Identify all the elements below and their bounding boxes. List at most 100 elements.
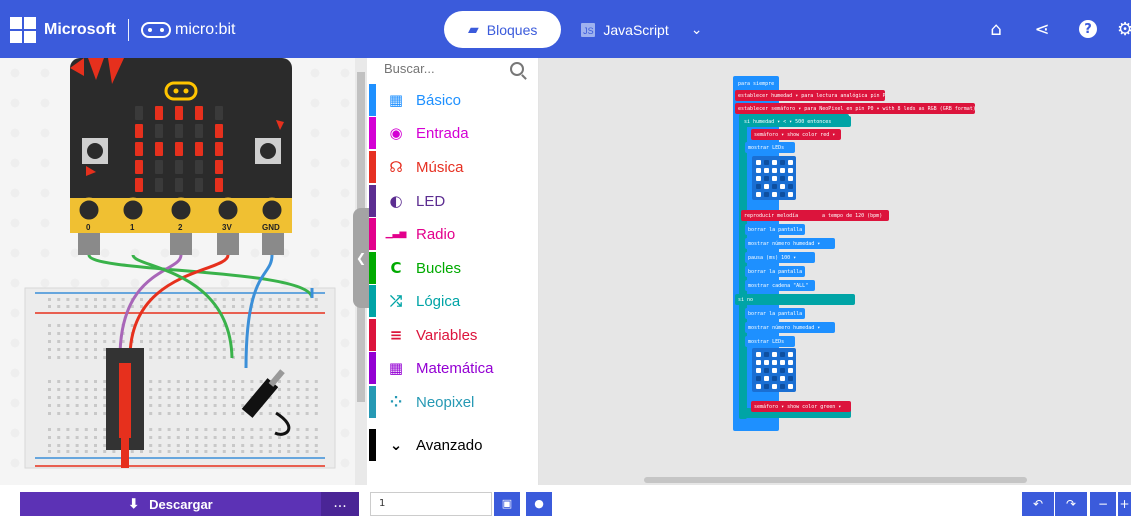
led-cell[interactable] xyxy=(772,168,777,173)
code-block[interactable]: mostrar número humedad ▾ xyxy=(745,238,835,249)
code-block[interactable]: mostrar LEDs xyxy=(745,142,795,153)
help-icon[interactable]: ? xyxy=(1077,18,1099,40)
toolbox-category-8[interactable]: ▦ Matemática xyxy=(369,352,538,384)
code-block[interactable]: borrar la pantalla xyxy=(745,308,805,319)
toolbox-category-4[interactable]: ▁▃▅ Radio xyxy=(369,218,538,250)
toolbox-category-1[interactable]: ◉ Entrada xyxy=(369,117,538,149)
led-cell[interactable] xyxy=(772,384,777,389)
code-block[interactable]: si no xyxy=(735,294,855,305)
led-cell[interactable] xyxy=(756,352,761,357)
led-cell[interactable] xyxy=(756,368,761,373)
led-cell[interactable] xyxy=(764,184,769,189)
code-block[interactable]: mostrar número humedad ▾ xyxy=(745,322,835,333)
project-name-input[interactable]: 1 xyxy=(370,492,492,516)
led-cell[interactable] xyxy=(788,368,793,373)
chevron-down-icon[interactable]: ⌄ xyxy=(691,22,703,38)
toolbox-category-10[interactable]: ⌄ Avanzado xyxy=(369,429,538,461)
led-cell[interactable] xyxy=(788,184,793,189)
led-cell[interactable] xyxy=(788,360,793,365)
brand[interactable]: Microsoft micro:bit xyxy=(10,17,235,43)
led-cell[interactable] xyxy=(756,376,761,381)
led-cell[interactable] xyxy=(772,184,777,189)
led-cell[interactable] xyxy=(772,160,777,165)
code-block[interactable]: borrar la pantalla xyxy=(745,224,805,235)
code-block[interactable]: pausa (ms) 100 ▾ xyxy=(745,252,815,263)
led-cell[interactable] xyxy=(772,352,777,357)
led-cell[interactable] xyxy=(772,376,777,381)
led-cell[interactable] xyxy=(764,360,769,365)
led-cell[interactable] xyxy=(764,376,769,381)
tab-javascript[interactable]: JS JavaScript xyxy=(561,11,688,48)
led-cell[interactable] xyxy=(780,184,785,189)
code-block[interactable]: establecer humedad ▾ para lectura analóg… xyxy=(735,90,885,101)
code-block[interactable]: establecer semáforo ▾ para NeoPixel en p… xyxy=(735,103,975,114)
search-input[interactable] xyxy=(382,60,506,77)
led-cell[interactable] xyxy=(780,176,785,181)
code-block[interactable]: para siempre xyxy=(735,78,775,89)
led-cell[interactable] xyxy=(764,368,769,373)
led-cell[interactable] xyxy=(764,160,769,165)
led-cell[interactable] xyxy=(788,376,793,381)
toolbox-category-0[interactable]: ▦ Básico xyxy=(369,84,538,116)
led-cell[interactable] xyxy=(788,192,793,197)
workspace-scrollbar[interactable] xyxy=(644,477,1027,483)
led-cell[interactable] xyxy=(780,352,785,357)
led-cell[interactable] xyxy=(780,360,785,365)
led-cell[interactable] xyxy=(788,168,793,173)
led-grid[interactable] xyxy=(752,156,796,200)
led-cell[interactable] xyxy=(788,176,793,181)
collapse-simulator-button[interactable]: ❮ xyxy=(353,208,369,308)
code-block[interactable]: a tempo de 120 (bpm) xyxy=(819,210,889,221)
led-grid[interactable] xyxy=(752,348,796,392)
led-cell[interactable] xyxy=(780,160,785,165)
led-cell[interactable] xyxy=(772,176,777,181)
code-block[interactable]: mostrar cadena "ALL" xyxy=(745,280,815,291)
microbit-simulator[interactable]: 0 1 2 3V GND xyxy=(0,58,355,485)
led-cell[interactable] xyxy=(788,160,793,165)
code-block[interactable]: semáforo ▾ show color red ▾ xyxy=(751,129,841,140)
undo-button[interactable]: ↶ xyxy=(1022,492,1054,516)
settings-icon[interactable]: ⚙ xyxy=(1117,18,1131,40)
redo-button[interactable]: ↷ xyxy=(1055,492,1087,516)
led-cell[interactable] xyxy=(756,168,761,173)
save-button[interactable]: ▣ xyxy=(494,492,520,516)
zoom-out-button[interactable]: − xyxy=(1090,492,1116,516)
led-cell[interactable] xyxy=(764,168,769,173)
led-cell[interactable] xyxy=(756,184,761,189)
led-cell[interactable] xyxy=(780,168,785,173)
led-cell[interactable] xyxy=(772,360,777,365)
led-cell[interactable] xyxy=(764,352,769,357)
code-block[interactable]: borrar la pantalla xyxy=(745,266,805,277)
led-cell[interactable] xyxy=(788,384,793,389)
led-cell[interactable] xyxy=(756,384,761,389)
led-cell[interactable] xyxy=(780,376,785,381)
led-cell[interactable] xyxy=(780,192,785,197)
toolbox-category-2[interactable]: ☊ Música xyxy=(369,151,538,183)
led-cell[interactable] xyxy=(756,160,761,165)
home-icon[interactable]: ⌂ xyxy=(985,18,1007,40)
led-cell[interactable] xyxy=(788,352,793,357)
led-cell[interactable] xyxy=(780,368,785,373)
led-cell[interactable] xyxy=(764,384,769,389)
led-cell[interactable] xyxy=(764,176,769,181)
zoom-in-button[interactable]: + xyxy=(1118,492,1131,516)
toolbox-category-9[interactable]: ⁘ Neopixel xyxy=(369,386,538,418)
download-more-button[interactable]: ... xyxy=(321,492,359,516)
toolbox-category-7[interactable]: ≡ Variables xyxy=(369,319,538,351)
toolbox-category-3[interactable]: ◐ LED xyxy=(369,185,538,217)
blocks-workspace[interactable]: para siempre establecer humedad ▾ para le… xyxy=(539,58,1131,485)
led-cell[interactable] xyxy=(764,192,769,197)
search-icon[interactable] xyxy=(510,62,524,76)
code-block[interactable]: si humedad ▾ < ▾ 500 entonces xyxy=(741,116,851,127)
toolbox-category-5[interactable]: C Bucles xyxy=(369,252,538,284)
led-cell[interactable] xyxy=(780,384,785,389)
download-button[interactable]: ⬇ Descargar xyxy=(20,492,321,516)
led-cell[interactable] xyxy=(772,192,777,197)
toolbox-category-6[interactable]: ⤮ Lógica xyxy=(369,285,538,317)
led-cell[interactable] xyxy=(756,360,761,365)
share-icon[interactable]: ⋖ xyxy=(1031,18,1053,40)
led-cell[interactable] xyxy=(756,192,761,197)
code-block[interactable]: semáforo ▾ show color green ▾ xyxy=(751,401,851,412)
code-block[interactable]: mostrar LEDs xyxy=(745,336,795,347)
tab-blocks[interactable]: ▰ Bloques xyxy=(444,11,562,48)
